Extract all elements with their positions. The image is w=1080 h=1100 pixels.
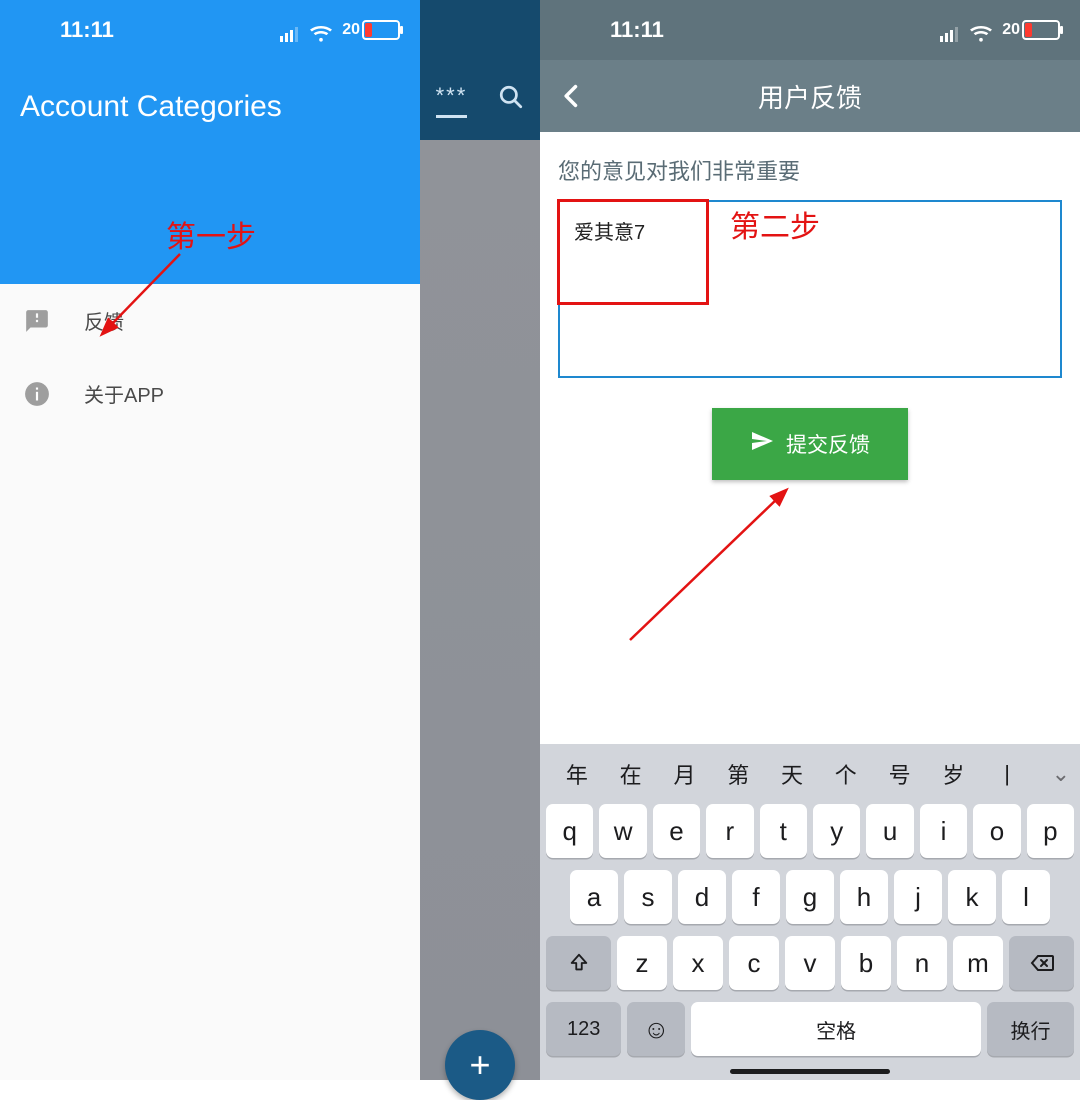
key[interactable]: i [920, 804, 967, 858]
space-key[interactable]: 空格 [691, 1002, 981, 1056]
key[interactable]: k [948, 870, 996, 924]
wifi-icon [970, 22, 992, 38]
backspace-key[interactable] [1009, 936, 1074, 990]
status-time: 11:11 [610, 17, 664, 43]
signal-icon [280, 22, 300, 38]
status-right: 20 [940, 20, 1060, 40]
menu-item-label: 反馈 [84, 306, 124, 335]
key[interactable]: h [840, 870, 888, 924]
fab-add-button[interactable]: + [445, 1030, 515, 1100]
key[interactable]: z [617, 936, 667, 990]
suggestion-key[interactable]: 个 [819, 758, 873, 790]
key[interactable]: l [1002, 870, 1050, 924]
suggestion-key[interactable]: | [980, 761, 1034, 787]
battery-indicator: 20 [342, 20, 400, 40]
left-header: 11:11 20 Account Categories [0, 0, 420, 284]
suggestion-key[interactable]: 在 [604, 758, 658, 790]
status-time: 11:11 [60, 17, 114, 43]
feedback-prompt: 您的意见对我们非常重要 [558, 154, 1062, 186]
home-indicator [540, 1062, 1080, 1080]
status-bar-right: 11:11 20 [540, 0, 1080, 60]
battery-percent: 20 [1002, 21, 1020, 39]
key[interactable]: b [841, 936, 891, 990]
key[interactable]: n [897, 936, 947, 990]
submit-label: 提交反馈 [786, 429, 870, 459]
key[interactable]: t [760, 804, 807, 858]
nav-bar: 用户反馈 [540, 60, 1080, 132]
keyboard: 年 在 月 第 天 个 号 岁 | ⌄ q w e r t y u i o p … [540, 744, 1080, 1080]
status-bar-left: 11:11 20 [0, 0, 420, 60]
middle-statusbar-fragment [420, 0, 540, 60]
keyboard-row2: a s d f g h j k l [540, 864, 1080, 930]
key[interactable]: o [973, 804, 1020, 858]
feedback-icon [24, 308, 50, 334]
key[interactable]: v [785, 936, 835, 990]
search-icon[interactable] [498, 84, 524, 116]
middle-strip: *** + [420, 0, 540, 1080]
key[interactable]: p [1027, 804, 1074, 858]
keyboard-row1: q w e r t y u i o p [540, 798, 1080, 864]
keyboard-row4: 123 ☺ 空格 换行 [540, 996, 1080, 1062]
suggestion-key[interactable]: 岁 [926, 758, 980, 790]
key[interactable]: r [706, 804, 753, 858]
key[interactable]: u [866, 804, 913, 858]
suggestion-key[interactable]: 天 [765, 758, 819, 790]
suggestion-key[interactable]: 年 [550, 758, 604, 790]
chevron-left-icon [558, 82, 586, 110]
menu-item-feedback[interactable]: 反馈 [0, 284, 420, 357]
wifi-icon [310, 22, 332, 38]
return-key[interactable]: 换行 [987, 1002, 1074, 1056]
keyboard-row3: z x c v b n m [540, 930, 1080, 996]
key[interactable]: e [653, 804, 700, 858]
emoji-icon: ☺ [643, 1014, 670, 1045]
feedback-content: 您的意见对我们非常重要 第二步 提交反馈 [540, 132, 1080, 480]
suggestion-key[interactable]: 月 [658, 758, 712, 790]
asterisks-icon[interactable]: *** [436, 83, 468, 118]
shift-icon [568, 952, 590, 974]
send-icon [750, 429, 774, 459]
submit-feedback-button[interactable]: 提交反馈 [712, 408, 908, 480]
key[interactable]: x [673, 936, 723, 990]
key[interactable]: q [546, 804, 593, 858]
feedback-textarea[interactable] [560, 202, 1060, 376]
shift-key[interactable] [546, 936, 611, 990]
key[interactable]: m [953, 936, 1003, 990]
key[interactable]: c [729, 936, 779, 990]
menu-item-label: 关于APP [84, 379, 164, 408]
status-right: 20 [280, 20, 400, 40]
battery-indicator: 20 [1002, 20, 1060, 40]
feedback-textarea-wrap [558, 200, 1062, 378]
nav-title: 用户反馈 [758, 78, 862, 115]
suggestion-key[interactable]: 号 [873, 758, 927, 790]
suggestion-key[interactable]: 第 [711, 758, 765, 790]
key[interactable]: w [599, 804, 646, 858]
key[interactable]: f [732, 870, 780, 924]
menu-item-about[interactable]: 关于APP [0, 357, 420, 430]
middle-toolbar-fragment: *** [420, 60, 540, 140]
key[interactable]: a [570, 870, 618, 924]
chevron-down-icon[interactable]: ⌄ [1034, 761, 1070, 787]
key[interactable]: d [678, 870, 726, 924]
emoji-key[interactable]: ☺ [627, 1002, 685, 1056]
keyboard-suggestions: 年 在 月 第 天 个 号 岁 | ⌄ [540, 750, 1080, 798]
middle-body-scrim: + [420, 140, 540, 1080]
signal-icon [940, 22, 960, 38]
key[interactable]: j [894, 870, 942, 924]
drawer-menu: 反馈 关于APP [0, 284, 420, 430]
backspace-icon [1030, 951, 1054, 975]
key[interactable]: s [624, 870, 672, 924]
key[interactable]: g [786, 870, 834, 924]
battery-percent: 20 [342, 21, 360, 39]
info-icon [24, 381, 50, 407]
numbers-key[interactable]: 123 [546, 1002, 621, 1056]
drawer-title: Account Categories [0, 60, 420, 124]
left-phone-drawer: 11:11 20 Account Categories 反馈 [0, 0, 420, 1080]
key[interactable]: y [813, 804, 860, 858]
right-phone-feedback: 11:11 20 用户反馈 您的意见对我们非常重要 第二步 [540, 0, 1080, 1080]
back-button[interactable] [552, 76, 592, 116]
